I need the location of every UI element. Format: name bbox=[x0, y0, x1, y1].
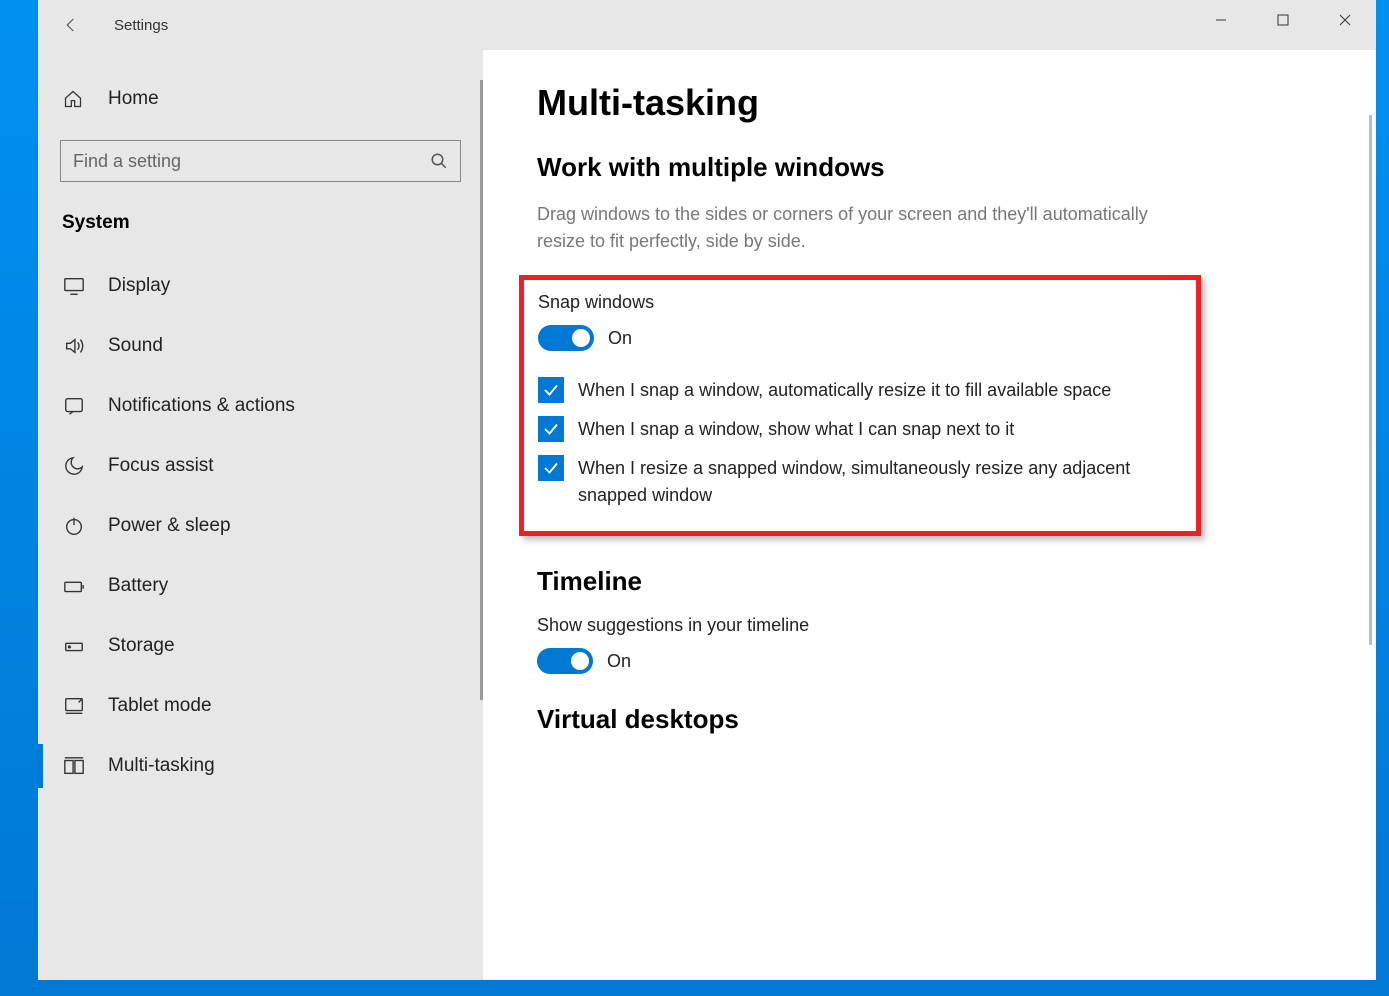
multitasking-icon bbox=[62, 754, 86, 778]
sidebar-item-power[interactable]: Power & sleep bbox=[38, 496, 483, 556]
battery-icon bbox=[62, 574, 86, 598]
checkbox-snap-assist[interactable] bbox=[538, 416, 564, 442]
notifications-icon bbox=[62, 394, 86, 418]
maximize-button[interactable] bbox=[1252, 0, 1314, 40]
sidebar-item-tablet[interactable]: Tablet mode bbox=[38, 676, 483, 736]
search-box[interactable] bbox=[60, 140, 461, 182]
home-link[interactable]: Home bbox=[38, 80, 483, 118]
content-scrollbar[interactable] bbox=[1369, 115, 1372, 645]
sidebar-item-display[interactable]: Display bbox=[38, 256, 483, 316]
sidebar-item-label: Battery bbox=[108, 575, 168, 597]
category-label: System bbox=[38, 206, 483, 256]
sidebar-item-label: Notifications & actions bbox=[108, 395, 295, 417]
section-multiple-windows: Work with multiple windows Drag windows … bbox=[537, 152, 1336, 536]
sidebar-item-sound[interactable]: Sound bbox=[38, 316, 483, 376]
sidebar-item-label: Multi-tasking bbox=[108, 755, 215, 777]
checkbox-row-snap-assist: When I snap a window, show what I can sn… bbox=[538, 416, 1138, 443]
storage-icon bbox=[62, 634, 86, 658]
close-button[interactable] bbox=[1314, 0, 1376, 40]
checkbox-label: When I resize a snapped window, simultan… bbox=[578, 455, 1138, 509]
checkbox-resize-adjacent[interactable] bbox=[538, 455, 564, 481]
checkbox-row-resize-adjacent: When I resize a snapped window, simultan… bbox=[538, 455, 1138, 509]
checkbox-label: When I snap a window, show what I can sn… bbox=[578, 416, 1014, 443]
toggle-knob bbox=[572, 329, 590, 347]
sidebar-item-label: Tablet mode bbox=[108, 695, 212, 717]
back-button[interactable] bbox=[56, 10, 86, 40]
sidebar-item-battery[interactable]: Battery bbox=[38, 556, 483, 616]
window-controls bbox=[1190, 0, 1376, 40]
sidebar-item-label: Storage bbox=[108, 635, 175, 657]
snap-windows-state: On bbox=[608, 328, 632, 349]
checkbox-row-auto-resize: When I snap a window, automatically resi… bbox=[538, 377, 1138, 404]
sidebar-item-label: Sound bbox=[108, 335, 163, 357]
sound-icon bbox=[62, 334, 86, 358]
checkbox-auto-resize[interactable] bbox=[538, 377, 564, 403]
home-icon bbox=[62, 88, 84, 110]
sidebar-item-multitasking[interactable]: Multi-tasking bbox=[38, 736, 483, 796]
sidebar-item-label: Display bbox=[108, 275, 170, 297]
section-description: Drag windows to the sides or corners of … bbox=[537, 201, 1157, 255]
window-body: Home System Display bbox=[38, 50, 1376, 980]
snap-windows-label: Snap windows bbox=[538, 292, 1182, 313]
sidebar-item-label: Focus assist bbox=[108, 455, 214, 477]
power-icon bbox=[62, 514, 86, 538]
window-title: Settings bbox=[114, 17, 168, 34]
highlight-annotation: Snap windows On When I snap a window, au… bbox=[519, 275, 1201, 536]
display-icon bbox=[62, 274, 86, 298]
snap-windows-toggle[interactable] bbox=[538, 325, 594, 351]
settings-window: Settings Home bbox=[38, 0, 1376, 980]
section-heading: Timeline bbox=[537, 566, 1336, 597]
timeline-toggle[interactable] bbox=[537, 648, 593, 674]
minimize-button[interactable] bbox=[1190, 0, 1252, 40]
section-virtual-desktops: Virtual desktops bbox=[537, 704, 1336, 735]
titlebar: Settings bbox=[38, 0, 1376, 50]
timeline-state: On bbox=[607, 651, 631, 672]
checkbox-label: When I snap a window, automatically resi… bbox=[578, 377, 1111, 404]
sidebar-item-notifications[interactable]: Notifications & actions bbox=[38, 376, 483, 436]
content-area: Multi-tasking Work with multiple windows… bbox=[483, 50, 1376, 980]
timeline-toggle-row: On bbox=[537, 648, 1336, 674]
focus-assist-icon bbox=[62, 454, 86, 478]
sidebar: Home System Display bbox=[38, 50, 483, 980]
home-label: Home bbox=[108, 88, 159, 110]
section-heading: Work with multiple windows bbox=[537, 152, 1336, 183]
snap-windows-toggle-row: On bbox=[538, 325, 1182, 351]
section-timeline: Timeline Show suggestions in your timeli… bbox=[537, 566, 1336, 674]
toggle-knob bbox=[571, 652, 589, 670]
section-heading: Virtual desktops bbox=[537, 704, 1336, 735]
tablet-icon bbox=[62, 694, 86, 718]
search-icon bbox=[430, 152, 448, 170]
timeline-suggestions-label: Show suggestions in your timeline bbox=[537, 615, 1336, 636]
sidebar-item-storage[interactable]: Storage bbox=[38, 616, 483, 676]
sidebar-item-label: Power & sleep bbox=[108, 515, 231, 537]
page-title: Multi-tasking bbox=[537, 82, 1336, 124]
nav-list: Display Sound Notifications & actions bbox=[38, 256, 483, 796]
search-input[interactable] bbox=[73, 151, 430, 172]
sidebar-item-focus-assist[interactable]: Focus assist bbox=[38, 436, 483, 496]
